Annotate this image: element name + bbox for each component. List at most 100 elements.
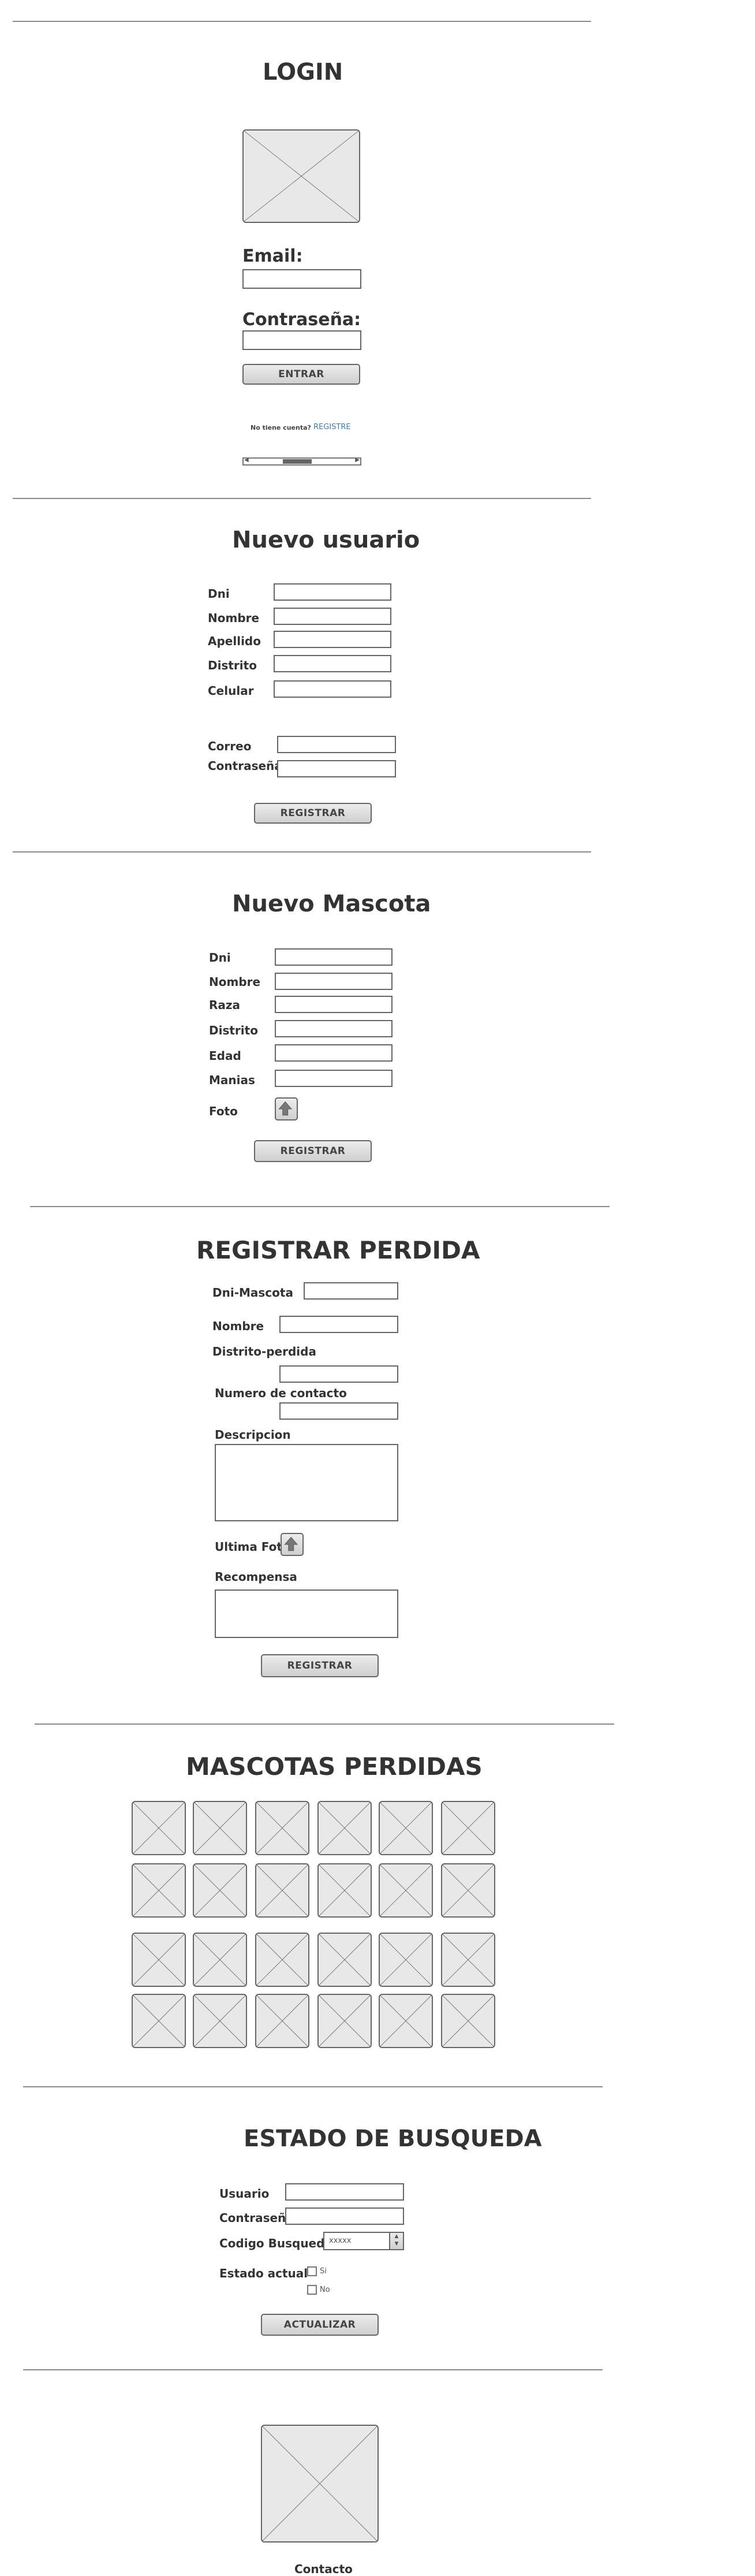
new-pet-nombre-field[interactable] xyxy=(275,973,393,990)
lost-pet-thumbnail[interactable] xyxy=(132,1933,186,1987)
status-no-label: No xyxy=(320,2285,330,2294)
lost-pet-thumbnail[interactable] xyxy=(193,1994,247,2048)
lost-pet-thumbnail[interactable] xyxy=(317,1933,372,1987)
upload-arrow-icon xyxy=(284,1536,298,1551)
scroll-right-icon[interactable]: ▶ xyxy=(355,457,360,463)
lost-contact-field[interactable] xyxy=(279,1402,398,1420)
email-label: Email: xyxy=(242,246,303,266)
new-pet-nombre-label: Nombre xyxy=(209,975,261,989)
lost-photo-label: Ultima Foto xyxy=(215,1540,290,1554)
lost-pet-thumbnail[interactable] xyxy=(317,1801,372,1855)
login-button[interactable]: ENTRAR xyxy=(242,364,360,385)
lost-dni-label: Dni-Mascota xyxy=(212,1286,293,1300)
lost-pet-thumbnail[interactable] xyxy=(317,1994,372,2048)
new-pet-dni-field[interactable] xyxy=(275,948,393,966)
register-link[interactable]: REGISTRE xyxy=(313,423,351,431)
divider-new-pet xyxy=(13,851,591,853)
new-pet-title: Nuevo Mascota xyxy=(232,891,431,917)
new-pet-manias-label: Manias xyxy=(209,1073,255,1087)
new-user-nombre-label: Nombre xyxy=(208,611,260,625)
new-pet-raza-label: Raza xyxy=(209,998,241,1012)
new-user-dni-label: Dni xyxy=(208,587,230,601)
upload-arrow-icon xyxy=(278,1101,292,1116)
lost-report-title: REGISTRAR PERDIDA xyxy=(196,1236,480,1264)
lost-pet-thumbnail[interactable] xyxy=(379,1994,433,2048)
lost-pet-thumbnail[interactable] xyxy=(441,1863,495,1918)
lost-pet-thumbnail[interactable] xyxy=(255,1801,309,1855)
lost-dni-field[interactable] xyxy=(304,1282,398,1300)
new-user-correo-label: Correo xyxy=(208,739,252,753)
new-user-title: Nuevo usuario xyxy=(232,527,420,553)
password-label: Contraseña: xyxy=(242,310,361,330)
new-user-register-button[interactable]: REGISTRAR xyxy=(254,803,372,824)
new-user-nombre-field[interactable] xyxy=(274,608,391,625)
search-user-field[interactable] xyxy=(285,2183,404,2201)
new-pet-photo-upload-button[interactable] xyxy=(275,1097,298,1121)
new-pet-register-button[interactable]: REGISTRAR xyxy=(254,1140,372,1162)
new-user-celular-field[interactable] xyxy=(274,680,391,698)
scroll-left-icon[interactable]: ◀ xyxy=(244,457,249,463)
lost-pet-thumbnail[interactable] xyxy=(132,1801,186,1855)
divider-top xyxy=(13,21,591,22)
new-user-contrasena-field[interactable] xyxy=(277,760,396,777)
lost-pet-thumbnail[interactable] xyxy=(255,1863,309,1918)
password-field[interactable] xyxy=(242,330,361,350)
lost-pet-thumbnail[interactable] xyxy=(379,1801,433,1855)
new-user-celular-label: Celular xyxy=(208,684,254,698)
new-pet-foto-label: Foto xyxy=(209,1104,238,1118)
search-password-field[interactable] xyxy=(285,2208,404,2225)
status-si-checkbox[interactable] xyxy=(307,2266,317,2276)
status-no-checkbox[interactable] xyxy=(307,2285,317,2295)
spinner-arrows-icon[interactable]: ▲ ▼ xyxy=(389,2233,403,2249)
divider-new-user xyxy=(13,498,591,499)
lost-pet-thumbnail[interactable] xyxy=(317,1863,372,1918)
lost-district-label: Distrito-perdida xyxy=(212,1345,316,1358)
new-pet-raza-field[interactable] xyxy=(275,996,393,1013)
update-button[interactable]: ACTUALIZAR xyxy=(261,2314,379,2336)
search-status-label: Estado actual xyxy=(219,2266,308,2280)
new-user-dni-field[interactable] xyxy=(274,583,391,601)
lost-photo-upload-button[interactable] xyxy=(281,1533,304,1556)
lost-pet-thumbnail[interactable] xyxy=(255,1994,309,2048)
lost-pet-thumbnail[interactable] xyxy=(379,1933,433,1987)
lost-pet-thumbnail[interactable] xyxy=(379,1863,433,1918)
lost-pet-thumbnail[interactable] xyxy=(441,1801,495,1855)
lost-pet-thumbnail[interactable] xyxy=(132,1863,186,1918)
new-pet-edad-field[interactable] xyxy=(275,1044,393,1062)
lost-description-textarea[interactable] xyxy=(215,1444,398,1521)
divider-footer xyxy=(23,2369,603,2370)
contact-label: Contacto xyxy=(294,2562,353,2576)
horizontal-scrollbar[interactable]: ◀ ▶ xyxy=(242,457,361,466)
search-user-label: Usuario xyxy=(219,2187,270,2201)
email-field[interactable] xyxy=(242,269,361,289)
login-image-placeholder xyxy=(242,129,360,223)
lost-district-field[interactable] xyxy=(279,1365,398,1383)
lost-pet-thumbnail[interactable] xyxy=(193,1801,247,1855)
lost-pet-thumbnail[interactable] xyxy=(132,1994,186,2048)
search-code-value: xxxxx xyxy=(329,2236,352,2245)
lost-pet-thumbnail[interactable] xyxy=(255,1933,309,1987)
new-user-apellido-field[interactable] xyxy=(274,631,391,648)
lost-description-label: Descripcion xyxy=(215,1428,291,1442)
new-pet-edad-label: Edad xyxy=(209,1049,241,1063)
lost-pet-thumbnail[interactable] xyxy=(193,1863,247,1918)
lost-nombre-field[interactable] xyxy=(279,1316,398,1333)
new-user-contrasena-label: Contraseña xyxy=(208,759,282,773)
lost-pet-thumbnail[interactable] xyxy=(193,1933,247,1987)
search-status-title: ESTADO DE BUSQUEDA xyxy=(244,2125,542,2152)
new-user-distrito-label: Distrito xyxy=(208,658,257,672)
lost-pet-thumbnail[interactable] xyxy=(441,1994,495,2048)
lost-register-button[interactable]: REGISTRAR xyxy=(261,1654,379,1677)
new-pet-manias-field[interactable] xyxy=(275,1070,393,1087)
divider-lost-report xyxy=(30,1206,610,1207)
lost-pets-title: MASCOTAS PERDIDAS xyxy=(186,1752,483,1781)
no-account-text: No tiene cuenta? xyxy=(251,424,311,431)
new-user-correo-field[interactable] xyxy=(277,736,396,753)
new-pet-distrito-field[interactable] xyxy=(275,1020,393,1037)
scrollbar-thumb[interactable] xyxy=(283,459,312,464)
new-user-distrito-field[interactable] xyxy=(274,655,391,672)
lost-pet-thumbnail[interactable] xyxy=(441,1933,495,1987)
search-code-spinner[interactable]: xxxxx ▲ ▼ xyxy=(323,2232,404,2250)
search-password-label: Contraseña xyxy=(219,2211,294,2225)
lost-reward-textarea[interactable] xyxy=(215,1589,398,1638)
